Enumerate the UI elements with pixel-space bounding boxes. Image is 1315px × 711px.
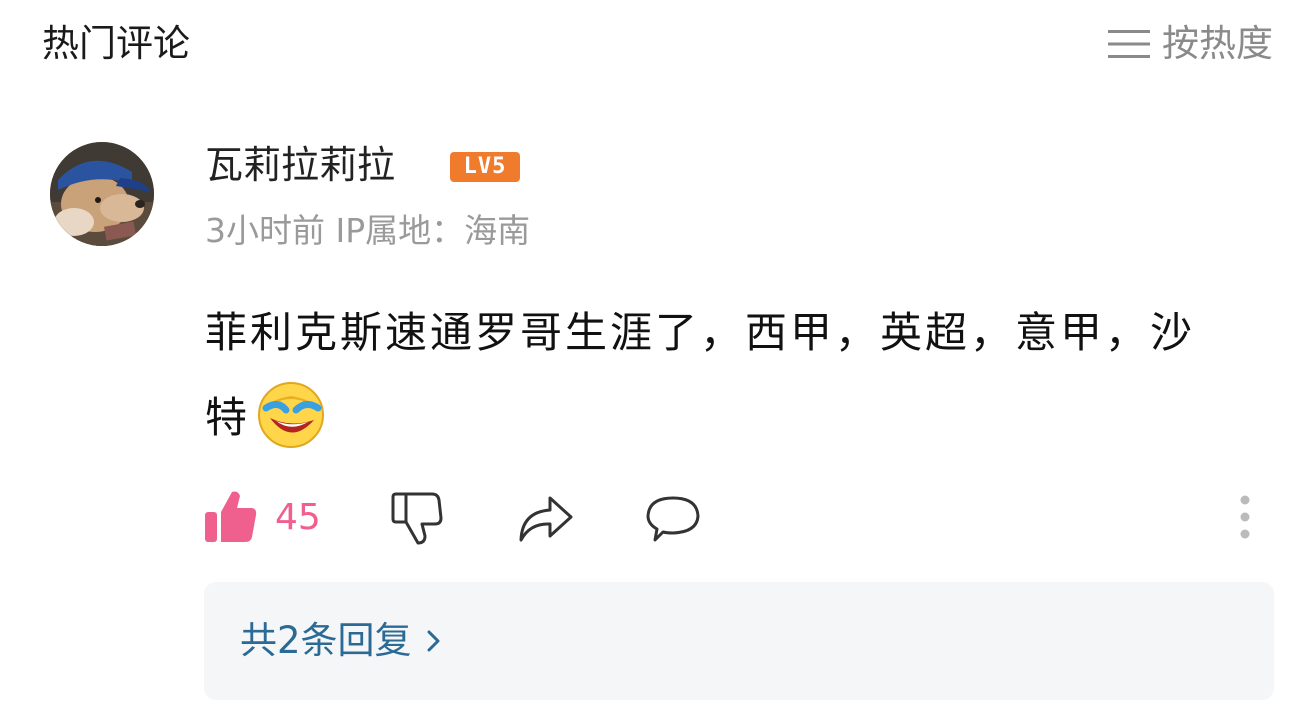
sort-label: 按热度 <box>1162 22 1273 65</box>
username[interactable]: 瓦莉拉莉拉 <box>205 142 395 188</box>
reply-button[interactable] <box>645 490 701 548</box>
comment-text: 菲利克斯速通罗哥生涯了，西甲，英超，意甲，沙特 <box>205 308 1196 442</box>
comment-actions: 45 <box>205 490 1265 550</box>
share-arrow-icon <box>519 496 573 542</box>
replies-label: 共2条回复 <box>240 619 412 662</box>
comment-text-block: 菲利克斯速通罗哥生涯了，西甲，英超，意甲，沙特 <box>205 290 1235 460</box>
like-button[interactable]: 45 <box>205 490 321 544</box>
thumbs-up-icon <box>205 491 257 542</box>
comment-bubble-icon <box>646 496 700 542</box>
laughing-tears-emoji-icon <box>258 382 325 448</box>
hot-comments-page: 热门评论 按热度 瓦莉拉莉拉 LV5 3小时前 IP属地：海南 菲利克斯速通罗哥… <box>0 0 1315 711</box>
sort-by-hot-button[interactable]: 按热度 <box>1108 22 1273 66</box>
avatar[interactable] <box>50 142 154 246</box>
chevron-right-icon <box>427 630 440 652</box>
view-replies-link[interactable]: 共2条回复 <box>240 618 444 664</box>
level-badge: LV5 <box>450 152 520 182</box>
share-button[interactable] <box>518 490 574 548</box>
dog-with-cap-image <box>50 142 154 246</box>
section-title: 热门评论 <box>42 22 190 65</box>
dislike-button[interactable] <box>390 490 444 550</box>
comment-meta: 3小时前 IP属地：海南 <box>205 211 531 250</box>
more-vertical-icon <box>1240 495 1250 539</box>
like-count: 45 <box>275 496 321 538</box>
thumbs-down-icon <box>391 492 443 545</box>
more-options-button[interactable] <box>1235 492 1255 546</box>
replies-panel: 共2条回复 <box>204 582 1274 700</box>
menu-lines-icon <box>1108 30 1150 58</box>
